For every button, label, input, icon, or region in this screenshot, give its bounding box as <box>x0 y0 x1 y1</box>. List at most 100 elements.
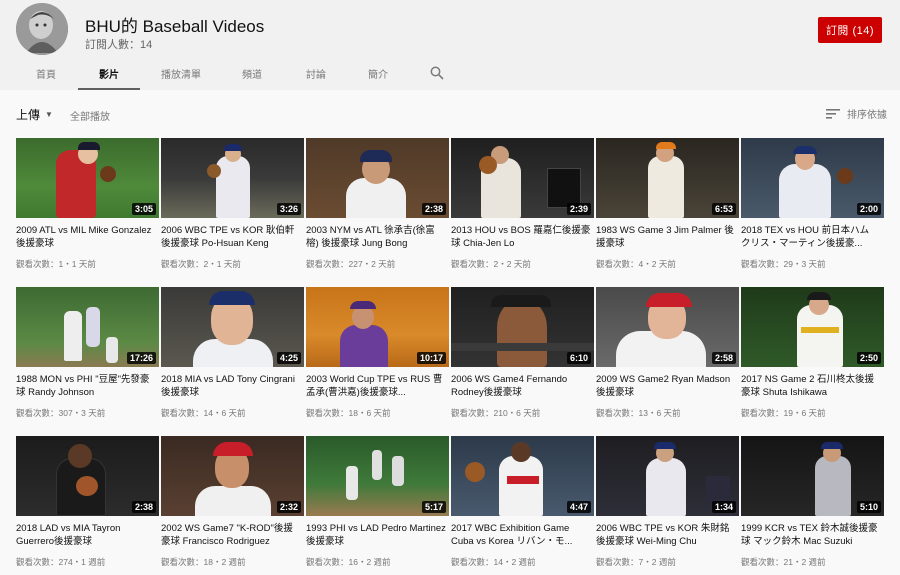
sort-by-label: 排序依據 <box>847 110 887 121</box>
video-card[interactable]: 2:50 2017 NS Game 2 石川柊太後援豪球 Shuta Ishik… <box>741 287 884 423</box>
sort-icon <box>826 108 840 119</box>
play-all-link[interactable]: 全部播放 <box>70 108 110 123</box>
video-thumbnail[interactable]: 2:39 <box>451 138 594 218</box>
tab-playlists[interactable]: 播放清單 <box>156 56 206 90</box>
video-title[interactable]: 2018 TEX vs HOU 前日本ハム クリス・マーティン後援豪... <box>741 224 881 250</box>
video-card[interactable]: 5:10 1999 KCR vs TEX 鈴木誠後援豪球 マック鈴木 Mac S… <box>741 436 884 572</box>
video-title[interactable]: 2009 ATL vs MIL Mike Gonzalez後援豪球 <box>16 224 156 250</box>
video-thumbnail[interactable]: 2:38 <box>16 436 159 516</box>
video-thumbnail[interactable]: 10:17 <box>306 287 449 367</box>
video-title[interactable]: 1983 WS Game 3 Jim Palmer 後援豪球 <box>596 224 736 250</box>
video-thumbnail[interactable]: 2:32 <box>161 436 304 516</box>
channel-avatar[interactable] <box>16 3 68 55</box>
video-thumbnail[interactable]: 1:34 <box>596 436 739 516</box>
video-thumbnail[interactable]: 6:10 <box>451 287 594 367</box>
tab-videos[interactable]: 影片 <box>78 56 140 90</box>
video-meta: 觀看次數：19・6 天前 <box>741 408 826 418</box>
video-duration: 2:32 <box>276 501 301 513</box>
video-duration: 10:17 <box>416 352 446 364</box>
video-duration: 4:47 <box>566 501 591 513</box>
video-title[interactable]: 1999 KCR vs TEX 鈴木誠後援豪球 マック鈴木 Mac Suzuki <box>741 522 881 548</box>
tab-discussion[interactable]: 討論 <box>298 56 334 90</box>
video-card[interactable]: 10:17 2003 World Cup TPE vs RUS 曹孟承(曹洪嘉)… <box>306 287 449 423</box>
video-duration: 6:10 <box>566 352 591 364</box>
video-duration: 1:34 <box>711 501 736 513</box>
video-thumbnail[interactable]: 2:50 <box>741 287 884 367</box>
video-title[interactable]: 2006 WS Game4 Fernando Rodney後援豪球 <box>451 373 591 399</box>
video-card[interactable]: 6:53 1983 WS Game 3 Jim Palmer 後援豪球 觀看次數… <box>596 138 739 274</box>
video-meta: 觀看次數：1・1 天前 <box>16 259 96 269</box>
video-title[interactable]: 2009 WS Game2 Ryan Madson後援豪球 <box>596 373 736 399</box>
video-card[interactable]: 4:25 2018 MIA vs LAD Tony Cingrani後援豪球 觀… <box>161 287 304 423</box>
tab-about[interactable]: 簡介 <box>360 56 396 90</box>
video-thumbnail[interactable]: 5:17 <box>306 436 449 516</box>
video-card[interactable]: 2:38 2018 LAD vs MIA Tayron Guerrero後援豪球… <box>16 436 159 572</box>
video-card[interactable]: 2:32 2002 WS Game7 "K-ROD"後援豪球 Francisco… <box>161 436 304 572</box>
video-meta: 觀看次數：18・2 週前 <box>161 557 246 567</box>
video-duration: 5:17 <box>421 501 446 513</box>
video-thumbnail[interactable]: 4:47 <box>451 436 594 516</box>
video-title[interactable]: 1988 MON vs PHI "豆屋"先發豪球 Randy Johnson <box>16 373 156 399</box>
video-title[interactable]: 2018 LAD vs MIA Tayron Guerrero後援豪球 <box>16 522 156 548</box>
video-card[interactable]: 6:10 2006 WS Game4 Fernando Rodney後援豪球 觀… <box>451 287 594 423</box>
video-card[interactable]: 1:34 2006 WBC TPE vs KOR 朱財銘後援豪球 Wei-Min… <box>596 436 739 572</box>
video-meta: 觀看次數：2・1 天前 <box>161 259 241 269</box>
tab-home[interactable]: 首頁 <box>28 56 64 90</box>
uploads-label: 上傳 <box>16 108 41 122</box>
video-card[interactable]: 3:26 2006 WBC TPE vs KOR 耿伯軒後援豪球 Po-Hsua… <box>161 138 304 274</box>
video-card[interactable]: 2:58 2009 WS Game2 Ryan Madson後援豪球 觀看次數：… <box>596 287 739 423</box>
video-thumbnail[interactable]: 3:05 <box>16 138 159 218</box>
sort-by-button[interactable]: 排序依據 <box>826 106 887 121</box>
video-title[interactable]: 2006 WBC TPE vs KOR 朱財銘後援豪球 Wei-Ming Chu <box>596 522 736 548</box>
video-title[interactable]: 2003 NYM vs ATL 徐承吉(徐富榕) 後援豪球 Jung Bong <box>306 224 446 250</box>
video-meta: 觀看次數：13・6 天前 <box>596 408 681 418</box>
video-card[interactable]: 2:38 2003 NYM vs ATL 徐承吉(徐富榕) 後援豪球 Jung … <box>306 138 449 274</box>
video-duration: 2:38 <box>131 501 156 513</box>
video-duration: 17:26 <box>126 352 156 364</box>
video-card[interactable]: 3:05 2009 ATL vs MIL Mike Gonzalez後援豪球 觀… <box>16 138 159 274</box>
video-card[interactable]: 2:39 2013 HOU vs BOS 羅嘉仁後援豪球 Chia-Jen Lo… <box>451 138 594 274</box>
video-duration: 3:26 <box>276 203 301 215</box>
video-thumbnail[interactable]: 17:26 <box>16 287 159 367</box>
video-toolbar: 上傳 ▼ 全部播放 排序依據 <box>0 100 900 128</box>
video-thumbnail[interactable]: 4:25 <box>161 287 304 367</box>
video-title[interactable]: 2013 HOU vs BOS 羅嘉仁後援豪球 Chia-Jen Lo <box>451 224 591 250</box>
channel-header: BHU的 Baseball Videos 訂閱人數：14 訂閱 (14) <box>0 0 900 56</box>
video-meta: 觀看次數：16・2 週前 <box>306 557 391 567</box>
video-thumbnail[interactable]: 5:10 <box>741 436 884 516</box>
video-title[interactable]: 2003 World Cup TPE vs RUS 曹孟承(曹洪嘉)後援豪球..… <box>306 373 446 399</box>
video-duration: 3:05 <box>131 203 156 215</box>
video-thumbnail[interactable]: 2:00 <box>741 138 884 218</box>
video-title[interactable]: 2018 MIA vs LAD Tony Cingrani後援豪球 <box>161 373 301 399</box>
video-duration: 5:10 <box>856 501 881 513</box>
video-duration: 2:39 <box>566 203 591 215</box>
video-card[interactable]: 5:17 1993 PHI vs LAD Pedro Martinez後援豪球 … <box>306 436 449 572</box>
tab-channels[interactable]: 頻道 <box>234 56 270 90</box>
video-meta: 觀看次數：227・2 天前 <box>306 259 396 269</box>
video-thumbnail[interactable]: 2:38 <box>306 138 449 218</box>
video-meta: 觀看次數：307・3 天前 <box>16 408 106 418</box>
channel-title: BHU的 Baseball Videos <box>85 17 265 36</box>
channel-tabs: 首頁 影片 播放清單 頻道 討論 簡介 <box>0 56 900 90</box>
video-card[interactable]: 2:00 2018 TEX vs HOU 前日本ハム クリス・マーティン後援豪.… <box>741 138 884 274</box>
video-duration: 2:50 <box>856 352 881 364</box>
video-duration: 4:25 <box>276 352 301 364</box>
video-thumbnail[interactable]: 2:58 <box>596 287 739 367</box>
video-duration: 6:53 <box>711 203 736 215</box>
video-thumbnail[interactable]: 3:26 <box>161 138 304 218</box>
video-title[interactable]: 1993 PHI vs LAD Pedro Martinez後援豪球 <box>306 522 446 548</box>
video-meta: 觀看次數：4・2 天前 <box>596 259 676 269</box>
video-thumbnail[interactable]: 6:53 <box>596 138 739 218</box>
video-title[interactable]: 2017 WBC Exhibition Game Cuba vs Korea リ… <box>451 522 591 548</box>
subscribe-button[interactable]: 訂閱 (14) <box>818 17 882 43</box>
video-card[interactable]: 4:47 2017 WBC Exhibition Game Cuba vs Ko… <box>451 436 594 572</box>
video-meta: 觀看次數：29・3 天前 <box>741 259 826 269</box>
uploads-dropdown[interactable]: 上傳 ▼ <box>16 106 53 123</box>
video-title[interactable]: 2017 NS Game 2 石川柊太後援豪球 Shuta Ishikawa <box>741 373 881 399</box>
avatar-art <box>16 3 68 55</box>
video-duration: 2:00 <box>856 203 881 215</box>
video-title[interactable]: 2002 WS Game7 "K-ROD"後援豪球 Francisco Rodr… <box>161 522 301 548</box>
search-icon[interactable] <box>430 66 444 80</box>
video-title[interactable]: 2006 WBC TPE vs KOR 耿伯軒後援豪球 Po-Hsuan Ken… <box>161 224 301 250</box>
video-card[interactable]: 17:26 1988 MON vs PHI "豆屋"先發豪球 Randy Joh… <box>16 287 159 423</box>
